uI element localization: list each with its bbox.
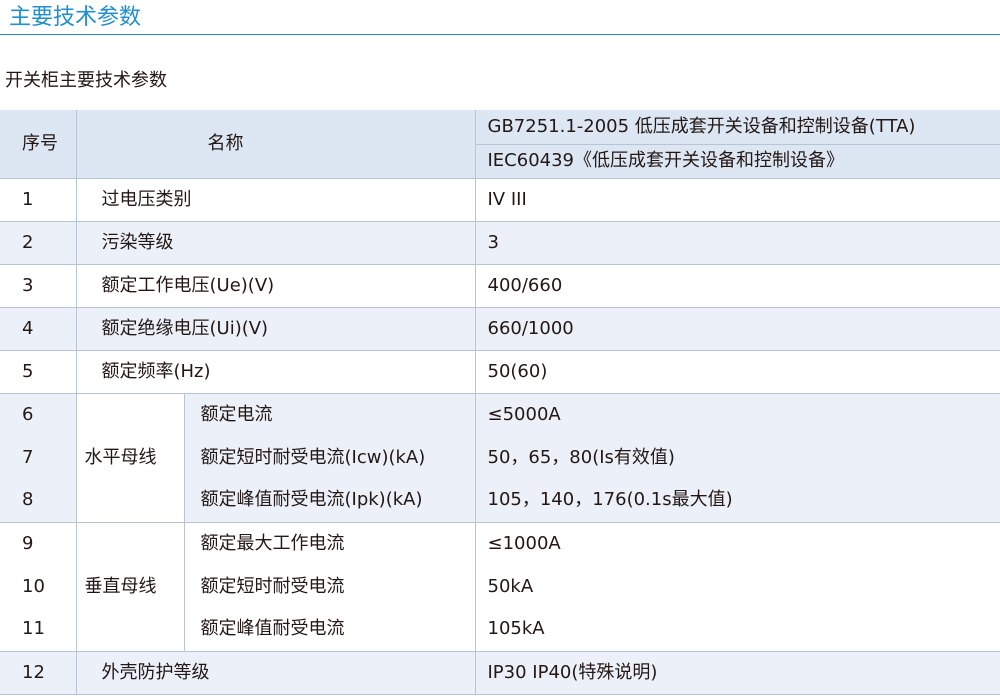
row-no: 1 — [0, 178, 76, 222]
row-value: 105，140，176(0.1s最大值) — [474, 479, 1000, 523]
row-name: 额定峰值耐受电流 — [183, 608, 475, 652]
row-no: 4 — [0, 307, 76, 351]
header-row: 序号 名称 GB7251.1-2005 低压成套开关设备和控制设备(TTA) — [0, 110, 1000, 179]
row-value: ≤1000A — [474, 522, 1000, 565]
header-name: 名称 — [75, 110, 475, 179]
row-no: 10 — [0, 565, 76, 608]
row-no: 7 — [0, 436, 76, 479]
title-divider — [0, 34, 1000, 35]
row-value: IP30 IP40(特殊说明) — [474, 651, 1000, 695]
row-value: 3 — [474, 221, 1000, 265]
row-name: 额定短时耐受电流 — [183, 565, 475, 608]
row-no: 6 — [0, 393, 76, 436]
table-row: 2 污染等级 3 — [0, 221, 1000, 265]
row-name: 污染等级 — [75, 221, 475, 265]
row-name: 过电压类别 — [75, 178, 475, 222]
section-title: 主要技术参数 — [9, 5, 142, 30]
spec-table: 序号 名称 GB7251.1-2005 低压成套开关设备和控制设备(TTA) I… — [0, 110, 1000, 695]
row-name: 额定频率(Hz) — [75, 350, 475, 394]
group-label-vertical-busbar: 垂直母线 — [75, 522, 184, 652]
row-no: 8 — [0, 479, 76, 523]
row-name: 额定短时耐受电流(Icw)(kA) — [183, 436, 475, 479]
table-row: 6 水平母线 额定电流 ≤5000A — [0, 393, 1000, 523]
table-row: 4 额定绝缘电压(Ui)(V) 660/1000 — [0, 307, 1000, 351]
row-no: 2 — [0, 221, 76, 265]
group-label-horizontal-busbar: 水平母线 — [75, 393, 184, 523]
row-value: 105kA — [474, 608, 1000, 652]
header-standard-2: IEC60439《低压成套开关设备和控制设备》 — [474, 144, 1000, 179]
row-name: 外壳防护等级 — [75, 651, 475, 695]
table-row: 5 额定频率(Hz) 50(60) — [0, 350, 1000, 394]
row-value: 400/660 — [474, 264, 1000, 308]
row-no: 3 — [0, 264, 76, 308]
header-no: 序号 — [0, 110, 76, 179]
row-name: 额定工作电压(Ue)(V) — [75, 264, 475, 308]
row-value: ≤5000A — [474, 393, 1000, 436]
row-no: 9 — [0, 522, 76, 565]
header-standard-1: GB7251.1-2005 低压成套开关设备和控制设备(TTA) — [474, 110, 1000, 145]
row-name: 额定电流 — [183, 393, 475, 436]
row-value: 50，65，80(Is有效值) — [474, 436, 1000, 479]
table-subtitle: 开关柜主要技术参数 — [5, 70, 167, 91]
row-value: 50(60) — [474, 350, 1000, 394]
row-no: 11 — [0, 608, 76, 652]
table-row: 1 过电压类别 IV III — [0, 178, 1000, 222]
table-row: 9 垂直母线 额定最大工作电流 ≤1000A — [0, 522, 1000, 652]
row-value: 50kA — [474, 565, 1000, 608]
row-value: IV III — [474, 178, 1000, 222]
row-no: 5 — [0, 350, 76, 394]
row-name: 额定最大工作电流 — [183, 522, 475, 565]
row-name: 额定峰值耐受电流(Ipk)(kA) — [183, 479, 475, 523]
row-value: 660/1000 — [474, 307, 1000, 351]
row-name: 额定绝缘电压(Ui)(V) — [75, 307, 475, 351]
table-row: 3 额定工作电压(Ue)(V) 400/660 — [0, 264, 1000, 308]
row-no: 12 — [0, 651, 76, 695]
table-row: 12 外壳防护等级 IP30 IP40(特殊说明) — [0, 651, 1000, 695]
